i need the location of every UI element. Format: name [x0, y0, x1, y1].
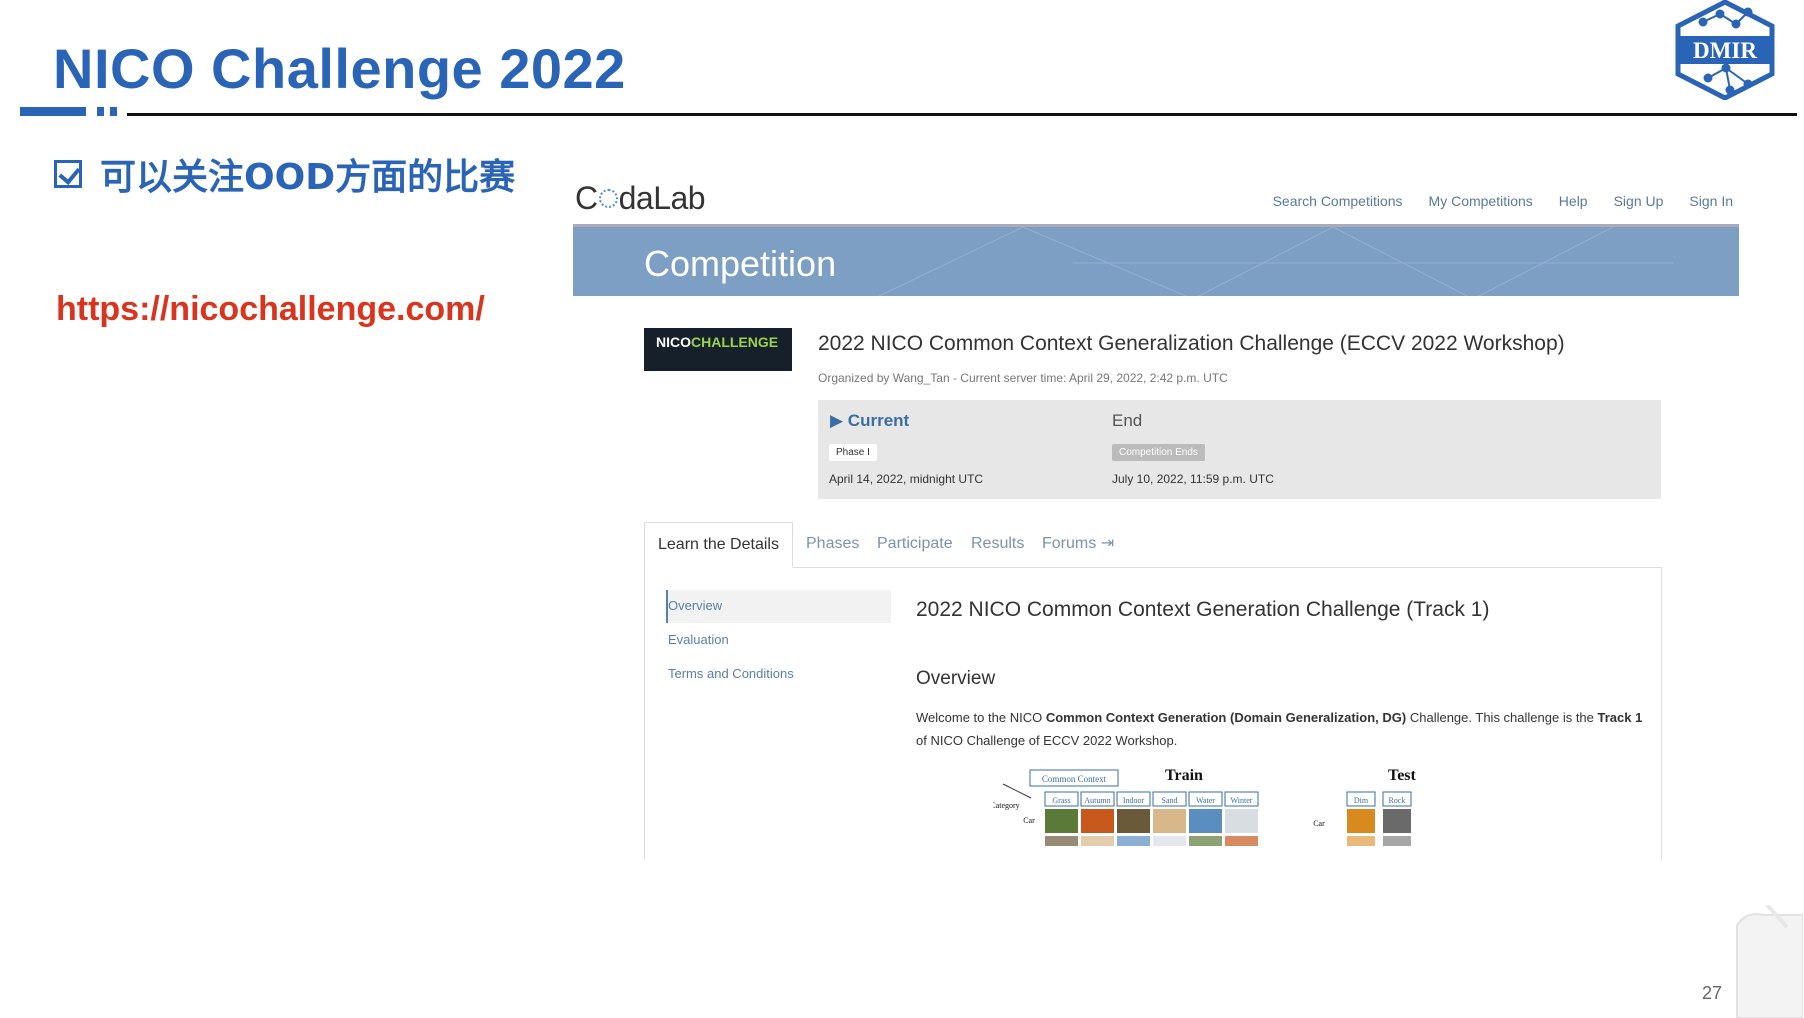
- bullet-text: 可以关注OOD方面的比赛: [100, 157, 516, 198]
- phase-end-date: July 10, 2022, 11:59 p.m. UTC: [1112, 472, 1274, 486]
- overview-paragraph: Welcome to the NICO Common Context Gener…: [916, 706, 1646, 752]
- context-label-sand: Sand: [1162, 796, 1178, 805]
- thumbnail-winter: [1225, 809, 1258, 833]
- side-nav-evaluation[interactable]: Evaluation: [668, 632, 729, 647]
- codalab-screenshot: CdaLab Search Competitions My Competitio…: [573, 170, 1739, 860]
- slide: NICO Challenge 2022 DMIR 可以关注OOD方面的比赛 ht…: [0, 0, 1804, 1018]
- thumbnail-water: [1189, 809, 1222, 833]
- thumbnail-row2-sand: [1153, 836, 1186, 846]
- test-thumbnail-row2-dim: [1347, 836, 1375, 846]
- challenge-url[interactable]: https://nicochallenge.com/: [56, 290, 485, 329]
- nav-help[interactable]: Help: [1559, 193, 1588, 209]
- nico-logo-part2: CHALLENGE: [691, 334, 779, 350]
- side-nav-terms[interactable]: Terms and Conditions: [668, 666, 794, 681]
- page-number: 27: [1702, 983, 1723, 1003]
- nico-logo-part1: NICO: [656, 334, 691, 350]
- organized-by: Organized by Wang_Tan - Current server t…: [818, 371, 1228, 385]
- thumbnail-autumn: [1081, 809, 1114, 833]
- tab-learn-the-details[interactable]: Learn the Details: [644, 522, 793, 568]
- thumbnail-row2-autumn: [1081, 836, 1114, 846]
- overview-text-1: Welcome to the NICO: [916, 710, 1046, 725]
- title-underline-dot: [97, 107, 104, 116]
- nav-search-competitions[interactable]: Search Competitions: [1273, 193, 1403, 209]
- overview-bold-1: Common Context Generation (Domain Genera…: [1045, 710, 1407, 725]
- competition-title: 2022 NICO Common Context Generalization …: [818, 332, 1565, 355]
- bullet-point: 可以关注OOD方面的比赛: [54, 148, 515, 200]
- thumbnail-row2-winter: [1225, 836, 1258, 846]
- nico-challenge-logo: NICOCHALLENGE: [644, 328, 792, 371]
- codalab-logo[interactable]: CdaLab: [575, 180, 706, 217]
- context-label-autumn: Autumn: [1084, 796, 1110, 805]
- side-nav-overview[interactable]: Overview: [668, 598, 722, 613]
- context-label-winter: Winter: [1231, 796, 1253, 805]
- title-underline-dot: [110, 107, 117, 116]
- phase-badge: Phase I: [829, 444, 877, 461]
- context-label-grass: Grass: [1052, 796, 1070, 805]
- tab-results[interactable]: Results: [971, 522, 1024, 568]
- codalab-logo-rest: daLab: [618, 180, 706, 216]
- overview-bold-2: Track 1: [1597, 710, 1643, 725]
- overview-heading: Overview: [916, 668, 996, 689]
- figure-train-label: Train: [1165, 767, 1203, 784]
- checkbox-icon: [54, 160, 82, 188]
- banner-title: Competition: [644, 243, 837, 284]
- tab-forums[interactable]: Forums ⇥: [1042, 522, 1114, 568]
- corner-decoration: [1736, 905, 1803, 1018]
- figure-test-label: Test: [1388, 767, 1417, 784]
- row-label-car-test: Car: [1313, 819, 1325, 828]
- competition-tabs: Learn the Details Phases Participate Res…: [644, 522, 1662, 568]
- title-underline: [20, 107, 86, 116]
- test-thumbnail-dim: [1347, 809, 1375, 833]
- row-label-car: Car: [1023, 816, 1035, 825]
- current-phase-label: Current: [847, 411, 910, 430]
- overview-text-3: of NICO Challenge of ECCV 2022 Workshop.: [916, 733, 1178, 748]
- end-phase-heading: End: [1112, 411, 1143, 430]
- title-divider: [127, 113, 1797, 116]
- current-phase-heading[interactable]: ▶ Current: [830, 411, 909, 431]
- thumbnail-sand: [1153, 809, 1186, 833]
- tab-phases[interactable]: Phases: [806, 522, 859, 568]
- thumbnail-indoor: [1117, 809, 1150, 833]
- thumbnail-row2-water: [1189, 836, 1222, 846]
- category-pointer: [1002, 783, 1032, 799]
- competition-ends-badge: Competition Ends: [1112, 444, 1205, 461]
- tab-forums-label: Forums: [1042, 535, 1097, 552]
- track-title: 2022 NICO Common Context Generation Chal…: [916, 598, 1490, 621]
- test-thumbnail-rock: [1383, 809, 1411, 833]
- test-context-label-dim: Dim: [1354, 796, 1369, 805]
- overview-text-2: Challenge. This challenge is the: [1406, 710, 1598, 725]
- nico-dataset-figure: Train Test Common ContextCategoryCar CarG…: [993, 767, 1417, 846]
- slide-title: NICO Challenge 2022: [53, 37, 626, 100]
- nav-sign-in[interactable]: Sign In: [1689, 193, 1733, 209]
- test-thumbnail-row2-rock: [1383, 836, 1411, 846]
- context-label-indoor: Indoor: [1123, 796, 1145, 805]
- dmir-logo: DMIR: [1675, 0, 1775, 100]
- thumbnail-grass: [1045, 809, 1078, 833]
- thumbnail-row2-indoor: [1117, 836, 1150, 846]
- codalab-top-nav: Search Competitions My Competitions Help…: [1273, 193, 1733, 209]
- dmir-logo-text: DMIR: [1693, 38, 1757, 63]
- context-label-water: Water: [1196, 796, 1215, 805]
- tab-participate[interactable]: Participate: [877, 522, 953, 568]
- nav-my-competitions[interactable]: My Competitions: [1429, 193, 1533, 209]
- nav-sign-up[interactable]: Sign Up: [1614, 193, 1664, 209]
- phase-box: ▶ Current Phase I April 14, 2022, midnig…: [818, 400, 1661, 499]
- codalab-logo-o-icon: [598, 189, 618, 209]
- phase-start-date: April 14, 2022, midnight UTC: [829, 472, 984, 486]
- sign-in-arrow-icon: ⇥: [1100, 535, 1115, 552]
- codalab-logo-c: C: [575, 180, 598, 216]
- competition-banner: Competition: [573, 224, 1739, 299]
- test-context-label-rock: Rock: [1389, 796, 1406, 805]
- common-context-label: Common Context: [1042, 774, 1107, 784]
- thumbnail-row2-grass: [1045, 836, 1078, 846]
- category-label: Category: [993, 801, 1020, 810]
